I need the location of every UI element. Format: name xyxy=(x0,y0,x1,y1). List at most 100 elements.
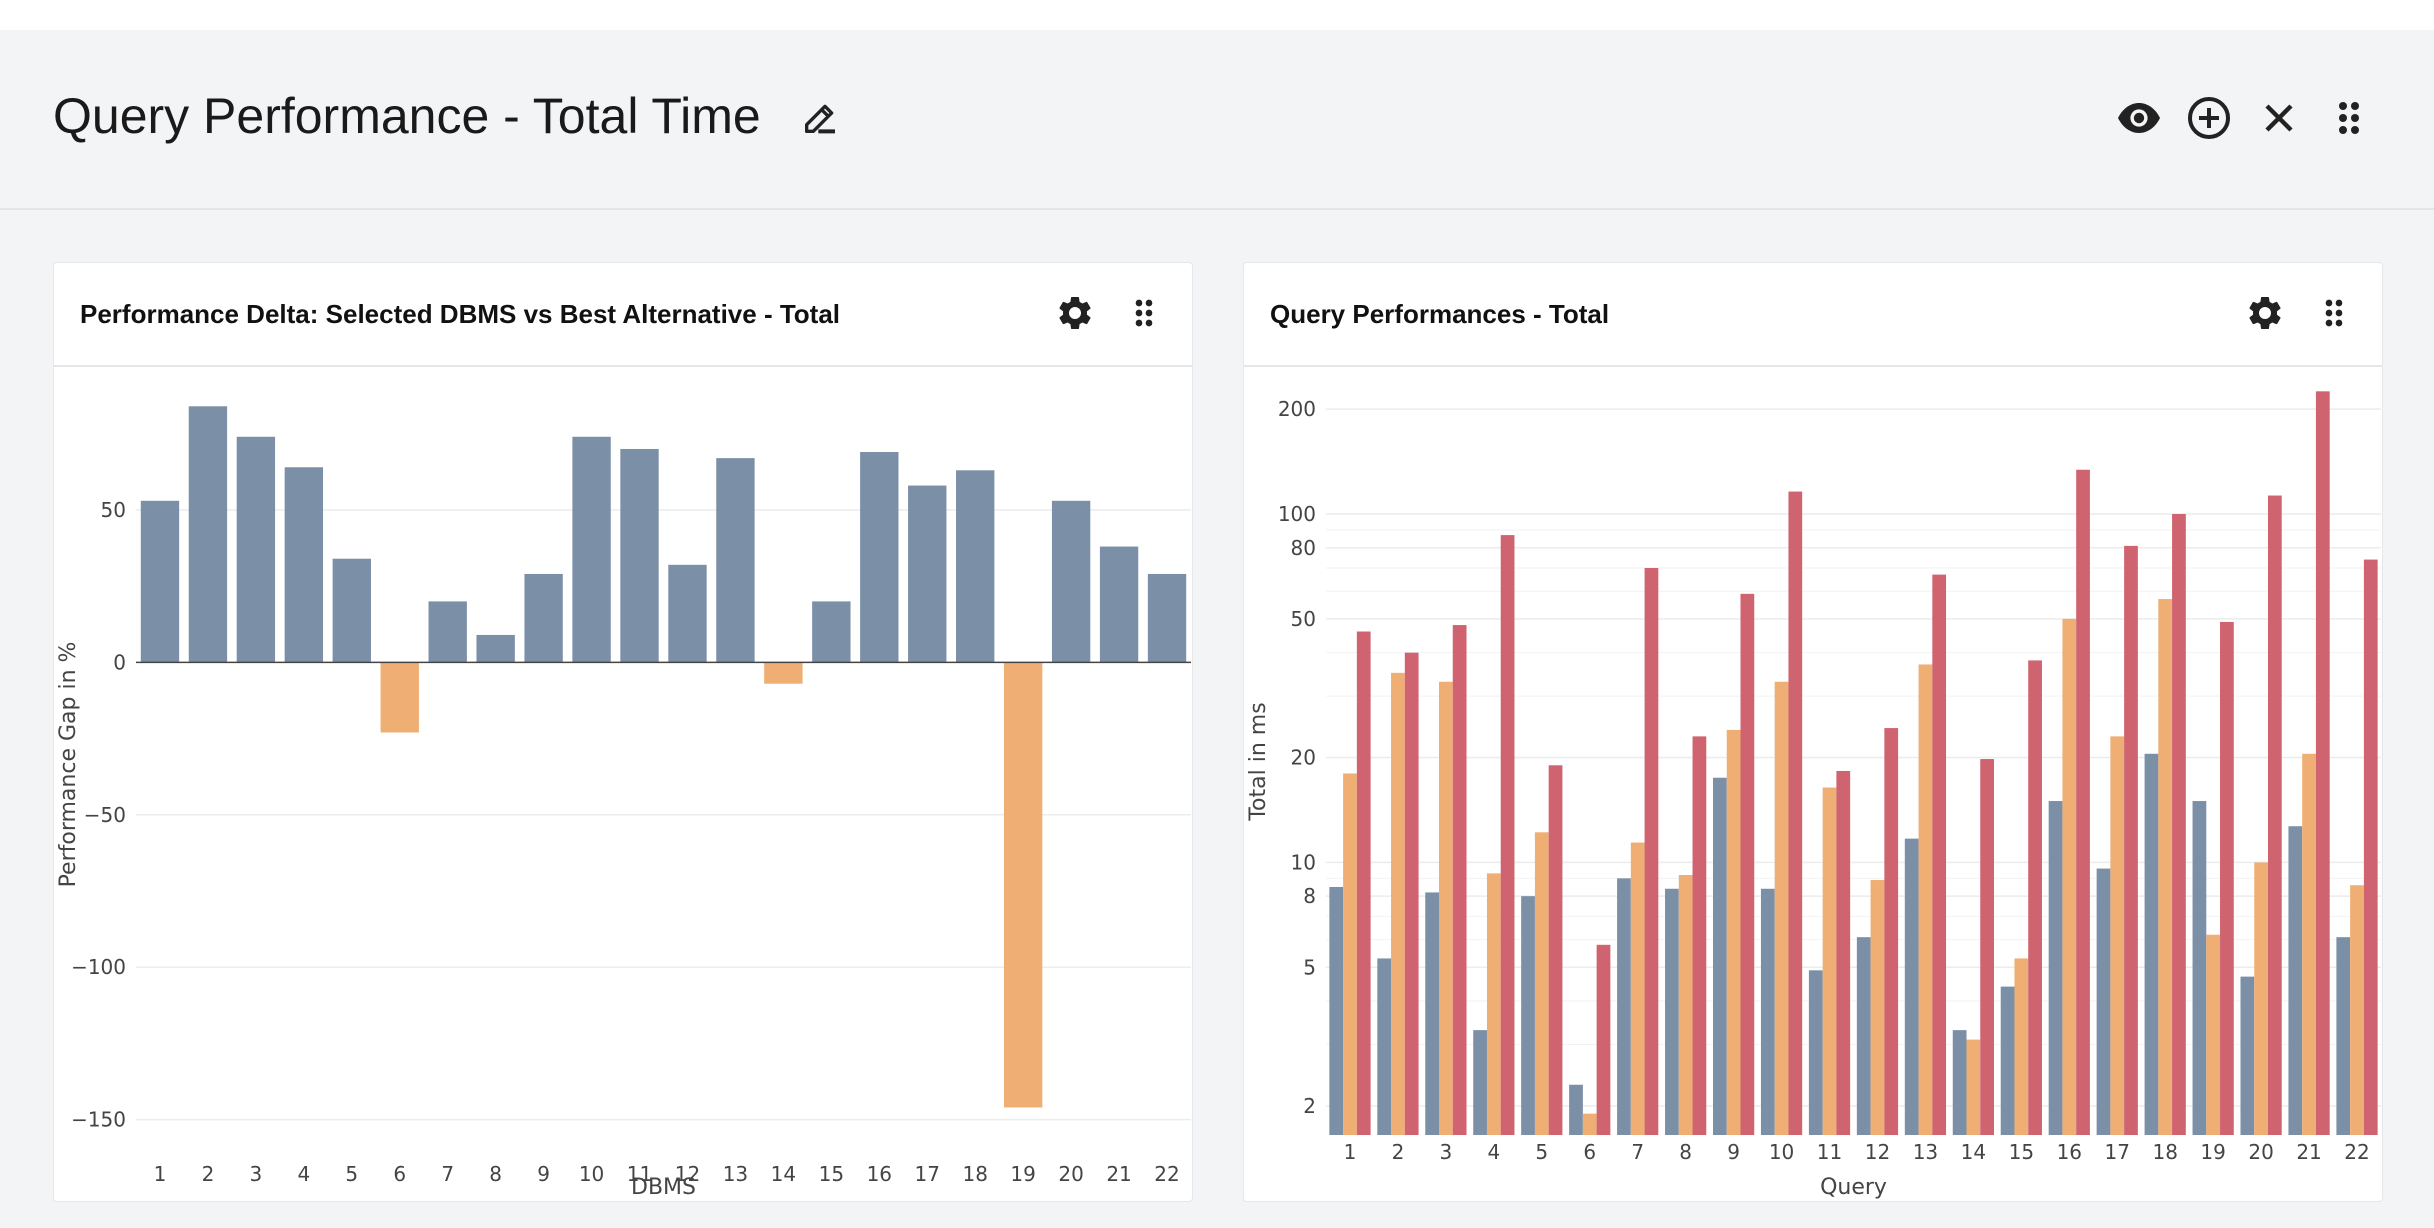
bar xyxy=(2000,986,2015,1135)
x-tick-label: 2 xyxy=(202,1162,215,1186)
x-tick-label: 22 xyxy=(2344,1140,2369,1164)
bar xyxy=(1452,625,1467,1135)
x-tick-label: 10 xyxy=(1769,1140,1794,1164)
close-icon[interactable] xyxy=(2255,94,2303,142)
bar xyxy=(2048,801,2063,1135)
bar xyxy=(2363,559,2378,1135)
bar xyxy=(2028,660,2042,1135)
x-tick-label: 15 xyxy=(819,1162,844,1186)
y-tick-label: 2 xyxy=(1303,1094,1316,1118)
bar xyxy=(1774,681,1789,1135)
performance-delta-card: Performance Delta: Selected DBMS vs Best… xyxy=(53,262,1193,1202)
bar xyxy=(2254,862,2268,1135)
x-tick-label: 7 xyxy=(441,1162,454,1186)
query-performances-card: Query Performances - Total 2 5 8 10 20 50 80 10… xyxy=(1243,262,2383,1202)
x-tick-label: 12 xyxy=(1865,1140,1890,1164)
x-tick-label: 5 xyxy=(1535,1140,1548,1164)
x-tick-label: 4 xyxy=(297,1162,310,1186)
bar xyxy=(1617,878,1631,1135)
dashboard-header: Query Performance - Total Time xyxy=(0,30,2434,210)
bar xyxy=(1343,773,1357,1135)
add-circle-icon[interactable] xyxy=(2185,94,2233,142)
y-tick-label: 5 xyxy=(1303,955,1316,979)
y-tick-label: 10 xyxy=(1291,850,1316,874)
bar xyxy=(1425,892,1440,1135)
bar xyxy=(1726,729,1741,1135)
bar xyxy=(1099,546,1139,663)
x-tick-label: 9 xyxy=(1727,1140,1740,1164)
bar xyxy=(1147,573,1187,663)
x-tick-label: 14 xyxy=(771,1162,796,1186)
x-tick-label: 18 xyxy=(2152,1140,2177,1164)
bar xyxy=(1884,728,1899,1135)
x-tick-label: 22 xyxy=(1154,1162,1179,1186)
x-tick-label: 2 xyxy=(1392,1140,1405,1164)
y-tick-label: 0 xyxy=(113,650,126,674)
x-tick-label: 19 xyxy=(1010,1162,1035,1186)
performance-delta-chart: −150−100−500501 2 3 4 5 6 7 8 9 10 11 12 13 14 15 16 17 1… xyxy=(56,406,1191,1200)
x-tick-label: 21 xyxy=(1106,1162,1131,1186)
x-tick-label: 19 xyxy=(2200,1140,2225,1164)
bar xyxy=(2350,885,2364,1135)
bar xyxy=(2124,545,2138,1135)
bar xyxy=(2315,391,2330,1136)
bar xyxy=(188,406,228,663)
edit-icon[interactable] xyxy=(800,98,840,138)
eye-icon[interactable] xyxy=(2115,94,2163,142)
bar xyxy=(1630,842,1645,1135)
bar xyxy=(1856,937,1871,1135)
bar xyxy=(764,662,803,684)
bar xyxy=(1391,672,1405,1135)
bar xyxy=(380,662,419,733)
bar xyxy=(1788,491,1803,1135)
x-tick-label: 4 xyxy=(1487,1140,1500,1164)
bar xyxy=(1836,770,1851,1135)
y-tick-label: 20 xyxy=(1291,746,1316,770)
bar xyxy=(1548,765,1563,1135)
x-tick-label: 8 xyxy=(1679,1140,1692,1164)
bar xyxy=(2192,801,2207,1135)
y-tick-label: 50 xyxy=(101,498,126,522)
bar xyxy=(1712,777,1727,1135)
bar xyxy=(1534,832,1549,1135)
x-tick-label: 9 xyxy=(537,1162,550,1186)
x-tick-label: 20 xyxy=(2248,1140,2273,1164)
x-tick-label: 13 xyxy=(1913,1140,1938,1164)
page-title: Query Performance - Total Time xyxy=(53,88,761,144)
x-tick-label: 7 xyxy=(1631,1140,1644,1164)
bar xyxy=(2076,469,2090,1135)
y-tick-label: 100 xyxy=(1278,502,1316,526)
bar xyxy=(2288,826,2303,1135)
bar xyxy=(2014,958,2029,1135)
y-axis-label: Performance Gap in % xyxy=(56,642,81,888)
bar xyxy=(2267,495,2282,1135)
x-tick-label: 18 xyxy=(962,1162,987,1186)
bar xyxy=(2336,937,2351,1135)
bar xyxy=(620,448,659,663)
bar xyxy=(908,485,947,663)
bar xyxy=(668,564,707,663)
bar xyxy=(2096,868,2111,1135)
bar xyxy=(524,573,563,663)
x-tick-label: 16 xyxy=(867,1162,892,1186)
bar xyxy=(1980,759,1995,1135)
y-tick-label: 200 xyxy=(1278,397,1316,421)
x-tick-label: 17 xyxy=(2105,1140,2130,1164)
drag-handle-icon[interactable] xyxy=(2325,94,2373,142)
bar xyxy=(1003,662,1043,1108)
y-tick-label: −50 xyxy=(84,803,126,827)
bar xyxy=(236,436,276,663)
bar xyxy=(1870,880,1885,1135)
bar xyxy=(1582,1113,1597,1135)
top-strip xyxy=(0,0,2434,30)
bar xyxy=(1329,886,1344,1135)
bar xyxy=(2240,976,2255,1135)
bar xyxy=(2172,514,2186,1135)
x-tick-label: 3 xyxy=(250,1162,263,1186)
bar xyxy=(860,452,899,663)
x-tick-label: 10 xyxy=(579,1162,604,1186)
x-tick-label: 5 xyxy=(345,1162,358,1186)
bar xyxy=(1644,567,1659,1135)
bar xyxy=(1356,631,1371,1135)
bar xyxy=(1404,652,1419,1135)
